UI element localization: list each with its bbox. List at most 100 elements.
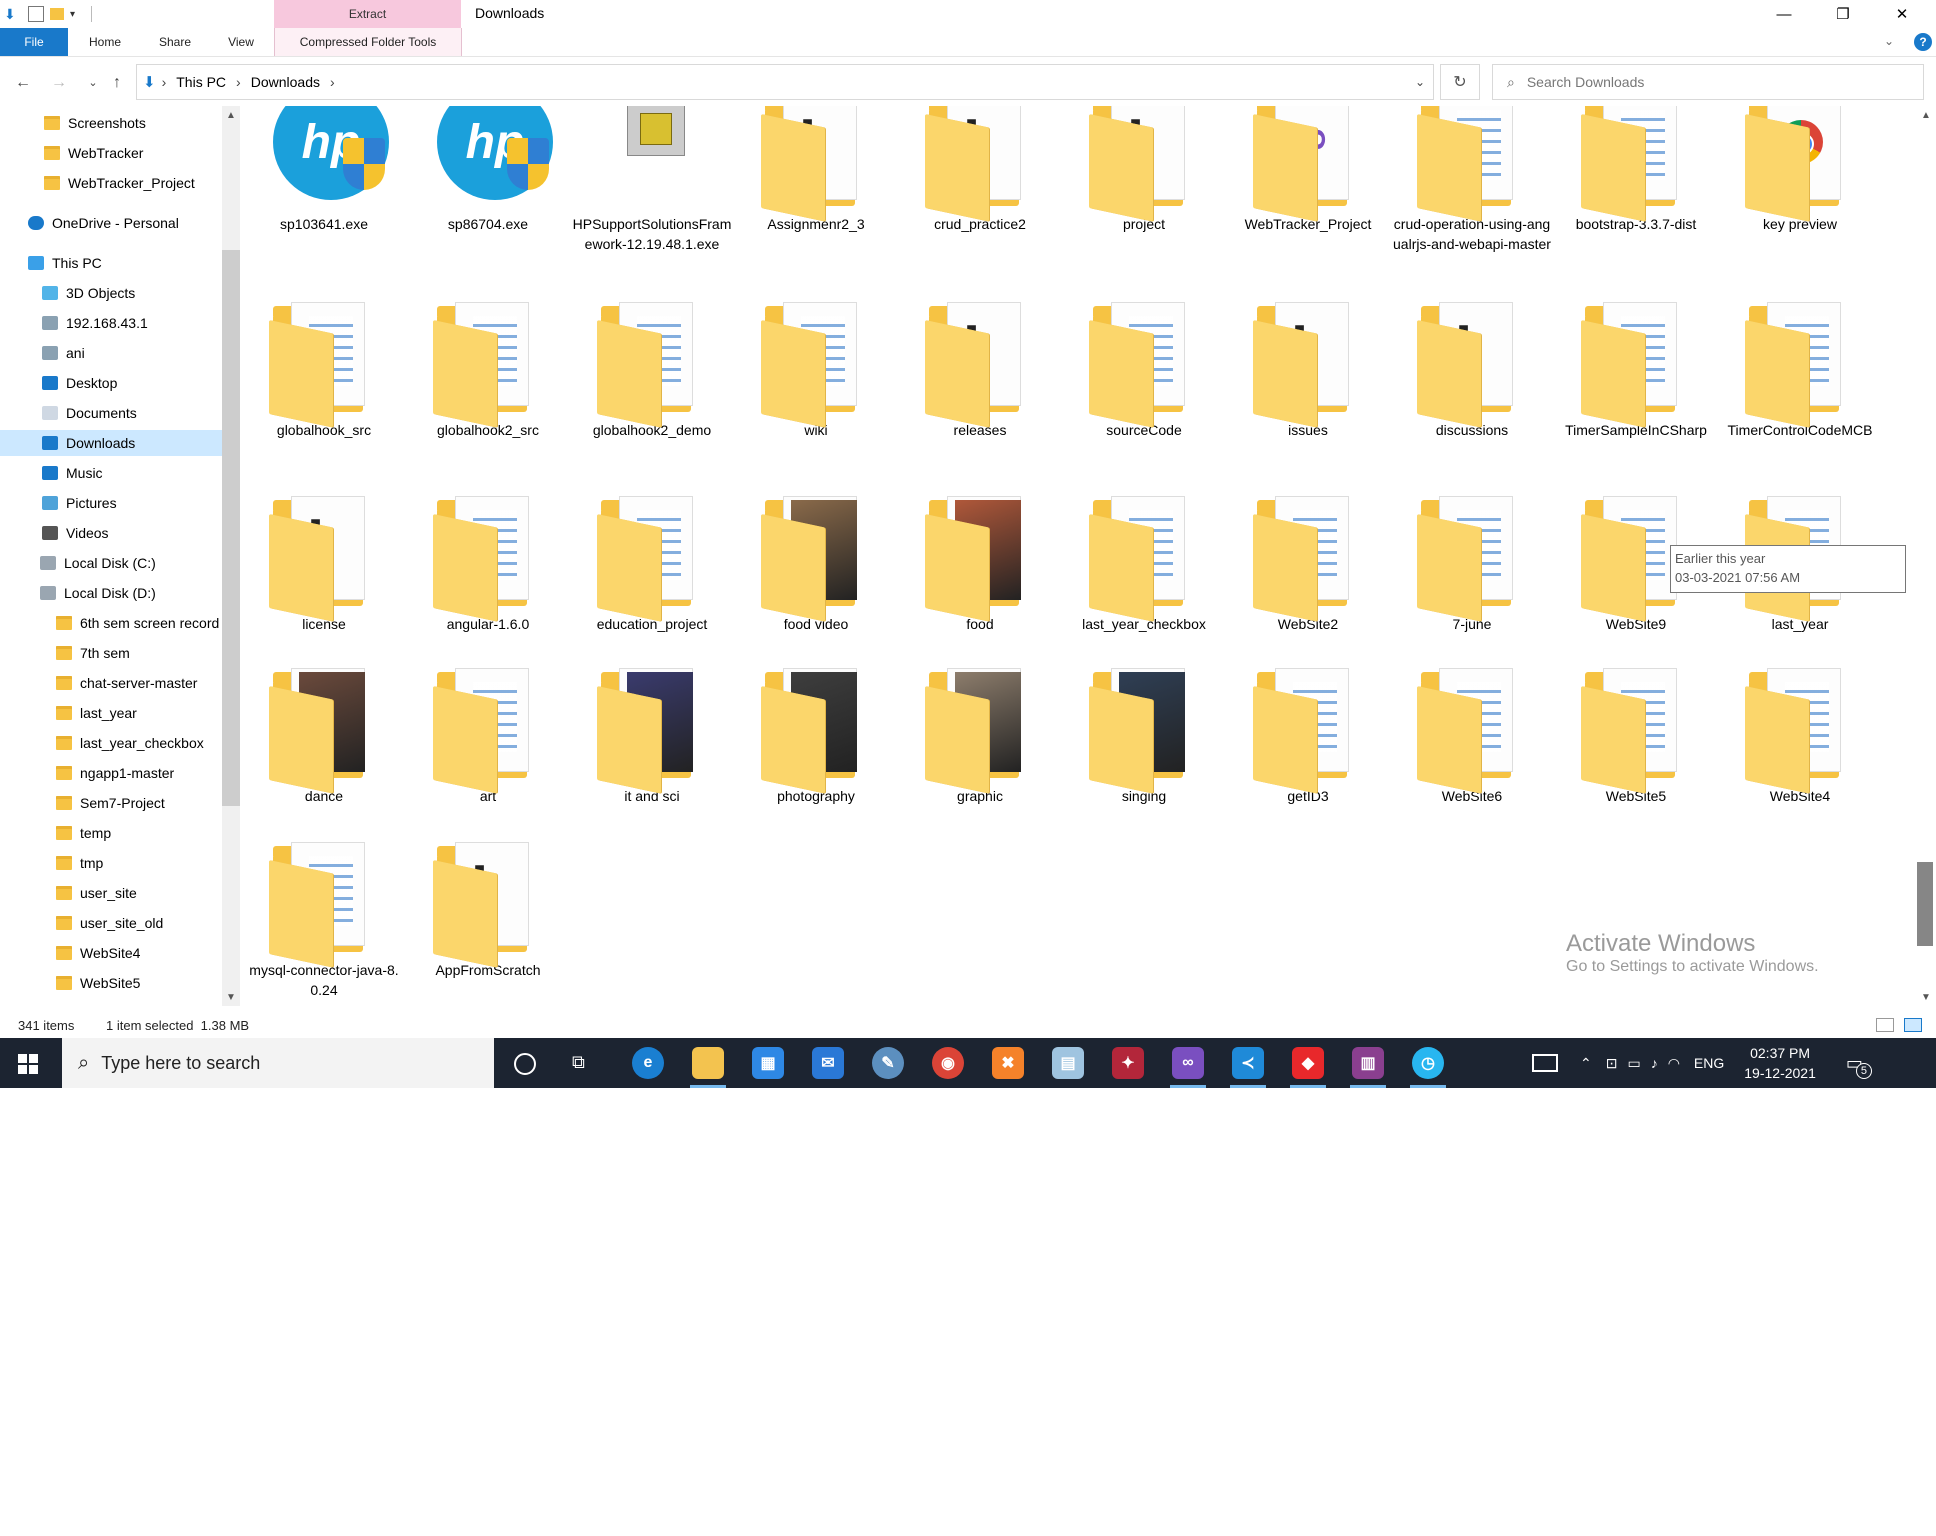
file-item[interactable]: graphic	[900, 662, 1060, 806]
properties-icon[interactable]	[28, 6, 44, 22]
nav-item-screenshots[interactable]: Screenshots	[44, 110, 146, 136]
file-item[interactable]: Jlicense	[244, 490, 404, 634]
address-dropdown-icon[interactable]: ⌄	[1415, 75, 1425, 89]
clock[interactable]: 02:37 PM 19-12-2021	[1744, 1043, 1816, 1083]
tab-compressed-folder-tools[interactable]: Compressed Folder Tools	[274, 28, 462, 56]
battery-icon[interactable]: ▭	[1627, 1055, 1640, 1072]
nav-item-temp[interactable]: temp	[56, 820, 111, 846]
network-share-icon[interactable]: ⊡	[1606, 1055, 1618, 1072]
show-hidden-icons-icon[interactable]: ⌃	[1580, 1055, 1592, 1072]
file-item[interactable]: WebSite6	[1392, 662, 1552, 806]
nav-item-webtracker[interactable]: WebTracker	[44, 140, 143, 166]
file-item[interactable]: getID3	[1228, 662, 1388, 806]
minimize-button[interactable]: —	[1755, 0, 1813, 28]
breadcrumb-separator-icon[interactable]: ›	[236, 74, 241, 90]
xampp-icon[interactable]: ✖	[992, 1047, 1024, 1079]
file-item[interactable]: JAppFromScratch	[408, 836, 568, 980]
nav-item-local-disk-d[interactable]: Local Disk (D:)	[40, 580, 156, 606]
file-item[interactable]: singing	[1064, 662, 1224, 806]
notifications-icon[interactable]: ▭ 5	[1846, 1053, 1872, 1079]
file-item[interactable]: education_project	[572, 490, 732, 634]
file-item[interactable]: Jproject	[1064, 106, 1224, 234]
nav-item-webtracker-project[interactable]: WebTracker_Project	[44, 170, 195, 196]
nav-item-3d-objects[interactable]: 3D Objects	[42, 280, 135, 306]
volume-icon[interactable]: ♪	[1651, 1055, 1658, 1071]
file-item[interactable]: Jcrud_practice2	[900, 106, 1060, 234]
file-item[interactable]: JAssignmenr2_3	[736, 106, 896, 234]
file-item[interactable]: art	[408, 662, 568, 806]
back-button[interactable]: ←	[12, 72, 34, 94]
news-widget-icon[interactable]	[1532, 1054, 1558, 1072]
new-folder-icon[interactable]	[50, 8, 64, 20]
expand-ribbon-icon[interactable]: ⌄	[1884, 34, 1894, 48]
mail-icon[interactable]: ✉	[812, 1047, 844, 1079]
nav-item-6th-sem-screen-record[interactable]: 6th sem screen record	[56, 610, 219, 636]
nav-item-ngapp1-master[interactable]: ngapp1-master	[56, 760, 174, 786]
nav-scrollbar-thumb[interactable]	[222, 250, 240, 806]
vscode-icon[interactable]: ≺	[1232, 1047, 1264, 1079]
nav-item-user-site[interactable]: user_site	[56, 880, 137, 906]
nav-item-sem7-project[interactable]: Sem7-Project	[56, 790, 165, 816]
chrome-icon[interactable]: ◉	[932, 1047, 964, 1079]
paint-icon[interactable]: ✎	[872, 1047, 904, 1079]
file-item[interactable]: Jreleases	[900, 296, 1060, 440]
cortana-icon[interactable]	[514, 1053, 536, 1075]
scroll-down-icon[interactable]: ▼	[1921, 992, 1931, 1003]
nav-item-website5[interactable]: WebSite5	[56, 970, 140, 996]
tab-share[interactable]: Share	[146, 28, 204, 56]
customize-toolbar-icon[interactable]: ▾	[70, 9, 75, 20]
file-item[interactable]: WebSite4	[1720, 662, 1880, 806]
nav-item-pictures[interactable]: Pictures	[42, 490, 117, 516]
breadcrumb-downloads[interactable]: Downloads	[251, 74, 320, 90]
file-item[interactable]: hp sp86704.exe	[408, 106, 568, 234]
file-item[interactable]: ∞WebTracker_Project	[1228, 106, 1388, 234]
file-item[interactable]: bootstrap-3.3.7-dist	[1556, 106, 1716, 234]
file-item[interactable]: photography	[736, 662, 896, 806]
anydesk-icon[interactable]: ◆	[1292, 1047, 1324, 1079]
nav-item-user-site-old[interactable]: user_site_old	[56, 910, 163, 936]
tab-view[interactable]: View	[212, 28, 270, 56]
nav-item-last-year-checkbox[interactable]: last_year_checkbox	[56, 730, 204, 756]
file-item[interactable]: Jissues	[1228, 296, 1388, 440]
file-item[interactable]: globalhook_src	[244, 296, 404, 440]
address-bar[interactable]: ⬇ › This PC › Downloads › ⌄	[136, 64, 1434, 100]
nav-item-192-168-43-1[interactable]: 192.168.43.1	[42, 310, 148, 336]
up-button[interactable]: ↑	[106, 72, 128, 94]
content-scrollbar-thumb[interactable]	[1917, 862, 1933, 946]
scroll-up-icon[interactable]: ▲	[1916, 110, 1936, 121]
breadcrumb-this-pc[interactable]: This PC	[176, 74, 226, 90]
file-item[interactable]: it and sci	[572, 662, 732, 806]
file-item[interactable]: food video	[736, 490, 896, 634]
start-button[interactable]	[18, 1054, 38, 1074]
nav-item-tmp[interactable]: tmp	[56, 850, 103, 876]
timer-app-icon[interactable]: ◷	[1412, 1047, 1444, 1079]
nav-scroll-up-icon[interactable]: ▲	[222, 110, 240, 121]
file-item[interactable]: WebSite2	[1228, 490, 1388, 634]
store-icon[interactable]: ▦	[752, 1047, 784, 1079]
nav-item-music[interactable]: Music	[42, 460, 103, 486]
large-icons-view-icon[interactable]	[1904, 1018, 1922, 1032]
close-button[interactable]: ✕	[1873, 0, 1931, 28]
paint-tool-icon[interactable]: ✦	[1112, 1047, 1144, 1079]
help-button[interactable]: ?	[1914, 33, 1932, 51]
file-explorer-icon[interactable]	[692, 1047, 724, 1079]
nav-item-website4[interactable]: WebSite4	[56, 940, 140, 966]
visual-studio-icon[interactable]: ∞	[1172, 1047, 1204, 1079]
tab-file[interactable]: File	[0, 28, 68, 56]
file-item[interactable]: TimerControlCodeMCB	[1720, 296, 1880, 440]
breadcrumb-separator-icon[interactable]: ›	[330, 74, 335, 90]
details-view-icon[interactable]	[1876, 1018, 1894, 1032]
file-item[interactable]: globalhook2_demo	[572, 296, 732, 440]
file-item[interactable]: angular-1.6.0	[408, 490, 568, 634]
file-item[interactable]: 7-june	[1392, 490, 1552, 634]
taskbar-search-input[interactable]: ⌕ Type here to search	[62, 1038, 494, 1088]
nav-item-desktop[interactable]: Desktop	[42, 370, 117, 396]
nav-item-local-disk-c[interactable]: Local Disk (C:)	[40, 550, 156, 576]
file-item[interactable]: TimerSampleInCSharp	[1556, 296, 1716, 440]
task-view-icon[interactable]: ⧉	[572, 1052, 585, 1073]
file-item[interactable]: WebSite5	[1556, 662, 1716, 806]
nav-item-chat-server-master[interactable]: chat-server-master	[56, 670, 197, 696]
refresh-button[interactable]: ↻	[1440, 64, 1480, 100]
nav-item-7th-sem[interactable]: 7th sem	[56, 640, 130, 666]
file-item[interactable]: Jdiscussions	[1392, 296, 1552, 440]
